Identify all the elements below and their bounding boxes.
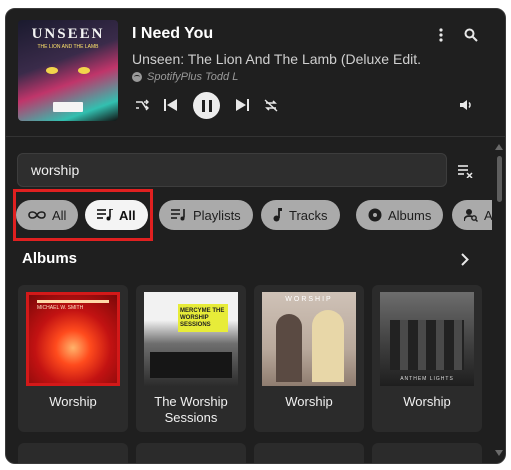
album-card[interactable]: MICHAEL W. SMITH Worship	[18, 285, 128, 432]
album-name: The Worship Sessions	[154, 394, 228, 425]
album-art-text: MICHAEL W. SMITH	[37, 305, 84, 311]
source-label: SpotifyPlus Todd L	[147, 71, 239, 83]
album-art: ANTHEM LIGHTS	[380, 292, 474, 386]
filter-chip-label: Playlists	[193, 207, 241, 223]
playlist-icon	[171, 209, 185, 221]
album-card-partial[interactable]	[136, 443, 246, 463]
artist-search-icon	[464, 209, 478, 222]
track-album: Unseen: The Lion And The Lamb (Deluxe Ed…	[132, 51, 422, 67]
filter-chip-artists[interactable]: Ar	[452, 200, 492, 230]
now-playing-panel: UNSEEN THE LION AND THE LAMB I Need You …	[6, 9, 505, 136]
album-card[interactable]: ANTHEM LIGHTS Worship	[372, 285, 482, 432]
section-title-albums: Albums	[22, 250, 78, 267]
filter-chip-label: Ar	[484, 207, 492, 223]
pause-button[interactable]	[193, 92, 220, 119]
album-card[interactable]: MERCYME THE WORSHIP SESSIONS The Worship…	[136, 285, 246, 432]
cover-eyes	[42, 64, 94, 78]
track-title: I Need You	[132, 25, 214, 42]
search-field[interactable]	[17, 153, 447, 187]
cover-subtitle: THE LION AND THE LAMB	[37, 44, 99, 50]
skip-previous-icon[interactable]	[162, 97, 178, 113]
scroll-down-icon[interactable]	[495, 450, 503, 456]
album-name: Worship	[285, 394, 333, 409]
shuffle-icon[interactable]	[134, 97, 150, 113]
track-source: SpotifyPlus Todd L	[132, 71, 238, 83]
more-vert-icon[interactable]	[433, 25, 449, 45]
album-art-text: ANTHEM LIGHTS	[400, 376, 454, 382]
album-card-partial[interactable]	[372, 443, 482, 463]
scrollbar-thumb[interactable]	[497, 156, 502, 202]
highlight-box	[13, 189, 153, 241]
album-card-partial[interactable]	[18, 443, 128, 463]
filter-chip-tracks[interactable]: Tracks	[261, 200, 340, 230]
search-input[interactable]	[18, 154, 446, 186]
scroll-up-icon[interactable]	[495, 144, 503, 150]
filter-chip-label: Tracks	[289, 207, 328, 223]
album-art: MICHAEL W. SMITH	[26, 292, 120, 386]
pause-icon	[201, 99, 212, 112]
filter-chip-albums[interactable]: Albums	[356, 200, 444, 230]
cover-title: UNSEEN	[31, 26, 105, 42]
skip-next-icon[interactable]	[234, 97, 250, 113]
filter-chip-playlists[interactable]: Playlists	[159, 200, 253, 230]
cover-band-logo	[53, 102, 83, 112]
album-art: WORSHIP	[262, 292, 356, 386]
album-name: Worship	[403, 394, 451, 409]
clear-list-icon[interactable]	[457, 162, 475, 180]
album-art-text: WORSHIP	[285, 296, 333, 303]
album-icon	[368, 208, 382, 222]
repeat-off-icon[interactable]	[263, 97, 279, 113]
divider	[6, 136, 505, 137]
album-card-partial[interactable]	[254, 443, 364, 463]
album-card[interactable]: WORSHIP Worship	[254, 285, 364, 432]
search-icon[interactable]	[461, 25, 481, 45]
album-art-text: MERCYME THE WORSHIP SESSIONS	[180, 308, 225, 328]
volume-icon[interactable]	[458, 97, 474, 113]
spotify-icon	[132, 72, 142, 82]
chevron-right-icon[interactable]	[455, 249, 475, 269]
album-cover[interactable]: UNSEEN THE LION AND THE LAMB	[18, 20, 118, 121]
album-art: MERCYME THE WORSHIP SESSIONS	[144, 292, 238, 386]
album-name: Worship	[49, 394, 97, 409]
media-player-card: UNSEEN THE LION AND THE LAMB I Need You …	[5, 8, 506, 464]
filter-chip-label: Albums	[388, 207, 432, 223]
music-note-icon	[273, 208, 282, 222]
